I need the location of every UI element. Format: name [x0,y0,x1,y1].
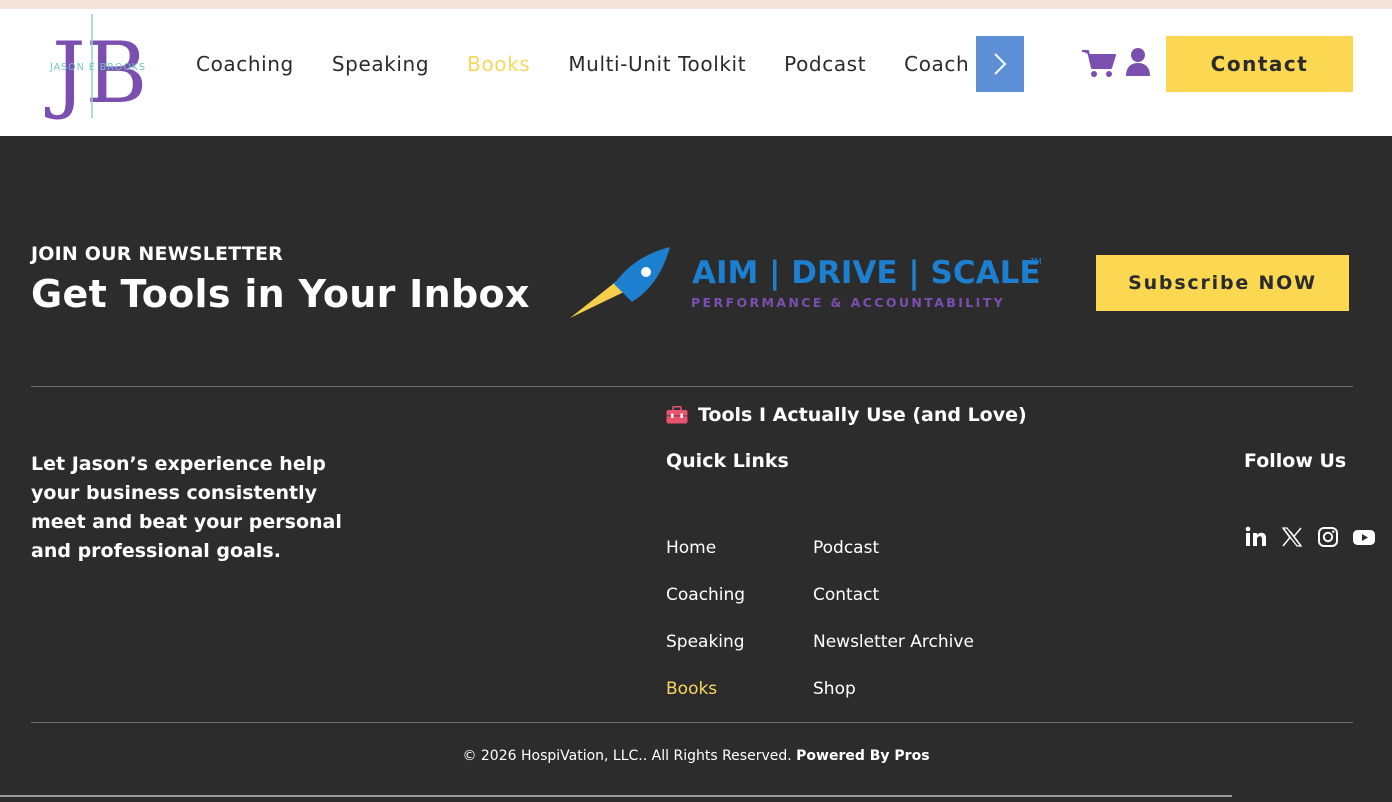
powered-by-link[interactable]: Powered By Pros [796,748,929,764]
footer-link-contact[interactable]: Contact [813,585,974,632]
nav-item-podcast[interactable]: Podcast [784,52,866,76]
nav-item-coaching[interactable]: Coaching [196,52,294,76]
window-scrollbar[interactable] [0,795,1232,797]
footer-link-podcast[interactable]: Podcast [813,538,974,585]
contact-button[interactable]: Contact [1166,36,1353,92]
svg-text:JASON E BROOKS: JASON E BROOKS [49,62,146,73]
copyright: © 2026 HospiVation, LLC.. All Rights Res… [0,748,1392,764]
subscribe-button[interactable]: Subscribe NOW [1096,255,1349,311]
main-nav: Coaching Speaking Books Multi-Unit Toolk… [196,9,1043,119]
x-icon[interactable] [1280,525,1304,549]
footer-divider-bottom [31,722,1353,723]
quick-links-title: Quick Links [666,450,789,472]
quick-links-column-2: Podcast Contact Newsletter Archive Shop [813,538,974,726]
chevron-right-icon [994,53,1007,75]
svg-text:PERFORMANCE & ACCOUNTABILITY: PERFORMANCE & ACCOUNTABILITY [691,295,1005,310]
user-icon[interactable] [1126,47,1150,77]
linkedin-icon[interactable] [1244,525,1268,549]
site-logo[interactable]: JB JASON E BROOKS [30,12,166,120]
tools-link[interactable]: Tools I Actually Use (and Love) [666,404,1027,426]
quick-links-column-1: Home Coaching Speaking Books [666,538,745,726]
newsletter-kicker: JOIN OUR NEWSLETTER [31,243,284,265]
cart-icon[interactable] [1081,48,1117,78]
footer-link-coaching[interactable]: Coaching [666,585,745,632]
top-strip [0,0,1392,9]
svg-text:TM: TM [1029,257,1042,266]
toolbox-icon [666,406,688,424]
follow-us-title: Follow Us [1244,450,1347,472]
footer-link-speaking[interactable]: Speaking [666,632,745,679]
social-links [1244,525,1388,549]
nav-next-button[interactable] [976,36,1024,92]
aim-drive-scale-logo: AIM | DRIVE | SCALE TM PERFORMANCE & ACC… [570,247,1042,318]
footer-link-newsletter-archive[interactable]: Newsletter Archive [813,632,974,679]
nav-item-multi-unit-toolkit[interactable]: Multi-Unit Toolkit [568,52,746,76]
nav-item-speaking[interactable]: Speaking [332,52,429,76]
footer-divider-top [31,386,1353,387]
newsletter-title: Get Tools in Your Inbox [31,272,530,316]
footer-tagline: Let Jason’s experience help your busines… [31,453,342,562]
copyright-text: © 2026 HospiVation, LLC.. All Rights Res… [462,748,792,764]
instagram-icon[interactable] [1316,525,1340,549]
svg-text:AIM | DRIVE | SCALE: AIM | DRIVE | SCALE [692,255,1041,291]
footer-link-home[interactable]: Home [666,538,745,585]
youtube-icon[interactable] [1352,525,1376,549]
footer-link-books[interactable]: Books [666,679,745,726]
tools-link-label: Tools I Actually Use (and Love) [698,404,1027,426]
footer-link-shop[interactable]: Shop [813,679,974,726]
site-header: JB JASON E BROOKS Coaching Speaking Book… [0,9,1392,136]
nav-item-books[interactable]: Books [467,52,530,76]
